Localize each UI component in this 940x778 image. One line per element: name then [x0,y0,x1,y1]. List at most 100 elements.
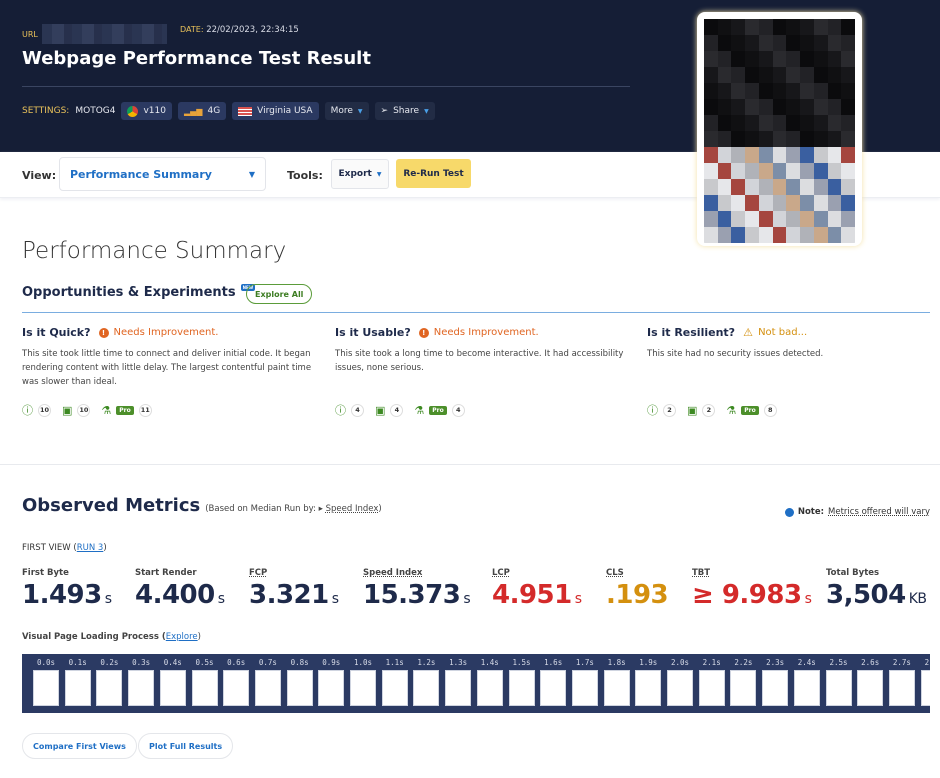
median-metric-link[interactable]: Speed Index [326,504,379,514]
filmstrip-frame[interactable]: 2.2s [730,658,757,706]
divider [22,312,930,313]
share-button[interactable]: ➢ Share ▼ [374,102,435,120]
metric-item: Speed Index 15.373 s [363,568,471,610]
filmstrip-frame[interactable]: 0.6s [223,658,250,706]
filmstrip-frame[interactable]: 1.3s [445,658,472,706]
caret-down-icon: ▼ [376,170,382,178]
frame-thumbnail [64,670,91,706]
alert-icon: ! [98,327,109,338]
metric-item: TBT ≥ 9.983 s [692,568,812,610]
filmstrip-frame[interactable]: 0.4s [159,658,186,706]
metric-item: First Byte 1.493 s [22,568,112,610]
frame-thumbnail [96,670,123,706]
filmstrip-frame[interactable]: 1.8s [603,658,630,706]
metric-item: CLS .193 [606,568,669,610]
summary-column: Is it Resilient? ⚠ Not bad... This site h… [647,326,824,359]
browser-chip[interactable]: v110 [121,102,172,120]
frame-thumbnail [762,670,789,706]
view-select[interactable]: Performance Summary ▼ [59,157,266,191]
frame-thumbnail [381,670,408,706]
filmstrip-frame[interactable]: 2.7s [888,658,915,706]
compare-first-views-button[interactable]: Compare First Views [22,733,137,759]
filmstrip-frame[interactable]: 2.1s [698,658,725,706]
page-screenshot-thumbnail[interactable] [697,12,862,246]
metric-item: Start Render 4.400 s [135,568,225,610]
filmstrip-frame[interactable]: 2.5s [825,658,852,706]
section-title: Performance Summary [22,238,287,264]
rerun-test-button[interactable]: Re-Run Test [396,159,471,188]
send-icon: ➢ [380,106,389,116]
frame-thumbnail [730,670,757,706]
filmstrip-frame[interactable]: 2.6s [857,658,884,706]
frame-thumbnail [254,670,281,706]
filmstrip-frame[interactable]: 0.0s [33,658,59,706]
metric-item: FCP 3.321 s [249,568,339,610]
filmstrip-frame[interactable]: 0.1s [64,658,91,706]
frame-thumbnail [540,670,567,706]
page-title: Webpage Performance Test Result [22,48,371,69]
frame-thumbnail [286,670,313,706]
filmstrip-frame[interactable]: 0.3s [128,658,155,706]
metrics-note[interactable]: Note: Metrics offered will vary [784,507,930,517]
filmstrip-frame[interactable]: 1.2s [413,658,440,706]
filmstrip-frame[interactable]: 1.6s [540,658,567,706]
filmstrip-frame[interactable]: 0.9s [318,658,345,706]
explore-all-button[interactable]: Explore All [246,284,313,304]
caret-down-icon: ▼ [248,169,255,179]
run-link[interactable]: RUN 3 [77,543,104,553]
frame-thumbnail [920,670,930,706]
frame-thumbnail [33,670,59,706]
frame-thumbnail [698,670,725,706]
frame-thumbnail [508,670,535,706]
opportunity-counts[interactable]: ⓘ 2 ▣ 2 ⚗ Pro 8 [647,402,777,418]
opportunities-heading: Opportunities & Experiments NEW [22,284,256,300]
opportunity-counts[interactable]: ⓘ 10 ▣ 10 ⚗ Pro 11 [22,402,152,418]
url-field: URL [22,24,167,44]
filmstrip-frame[interactable]: 2.8s [920,658,930,706]
filmstrip-frame[interactable]: 0.8s [286,658,313,706]
frame-thumbnail [603,670,630,706]
frame-thumbnail [159,670,186,706]
more-button[interactable]: More ▼ [324,102,369,120]
filmstrip-frame[interactable]: 1.0s [350,658,376,706]
frame-thumbnail [445,670,472,706]
filmstrip-frame[interactable]: 0.7s [254,658,281,706]
filmstrip-frame[interactable]: 1.9s [635,658,662,706]
frame-thumbnail [350,670,376,706]
redacted-url [41,24,167,44]
location-chip[interactable]: Virginia USA [232,102,319,120]
tips-icon: ⓘ [647,404,658,417]
opportunity-counts[interactable]: ⓘ 4 ▣ 4 ⚗ Pro 4 [335,402,465,418]
plot-full-results-button[interactable]: Plot Full Results [138,733,234,759]
filmstrip-frame[interactable]: 0.2s [96,658,123,706]
frame-thumbnail [191,670,218,706]
filmstrip-frame[interactable]: 1.7s [571,658,598,706]
connection-chip[interactable]: ▂▄▆ 4G [178,102,227,120]
flask-icon: ⚗ [726,403,737,417]
frame-thumbnail [223,670,250,706]
code-window-icon: ▣ [687,403,698,417]
chrome-icon [127,105,139,117]
us-flag-icon [238,106,253,116]
info-icon [784,507,794,517]
frame-thumbnail [857,670,884,706]
filmstrip-frame[interactable]: 1.4s [476,658,503,706]
first-view-label: FIRST VIEW (RUN 3) [22,543,107,553]
frame-thumbnail [888,670,915,706]
frame-thumbnail [667,670,693,706]
divider [22,86,630,87]
filmstrip-frame[interactable]: 1.5s [508,658,535,706]
filmstrip[interactable]: 0.0s 0.1s 0.2s 0.3s 0.4s 0.5s 0.6s 0.7s 0.8s 0.9s… [22,654,930,713]
alert-icon: ! [418,327,429,338]
filmstrip-frame[interactable]: 0.5s [191,658,218,706]
filmstrip-frame[interactable]: 2.3s [762,658,789,706]
summary-column: Is it Quick? ! Needs Improvement. This si… [22,326,312,387]
filmstrip-frame[interactable]: 1.1s [381,658,408,706]
explore-filmstrip-link[interactable]: Explore [166,632,198,642]
frame-thumbnail [318,670,345,706]
filmstrip-frame[interactable]: 2.0s [667,658,693,706]
tips-icon: ⓘ [335,404,346,417]
filmstrip-frame[interactable]: 2.4s [793,658,820,706]
export-button[interactable]: Export ▼ [331,159,389,189]
caret-down-icon: ▼ [424,107,429,115]
